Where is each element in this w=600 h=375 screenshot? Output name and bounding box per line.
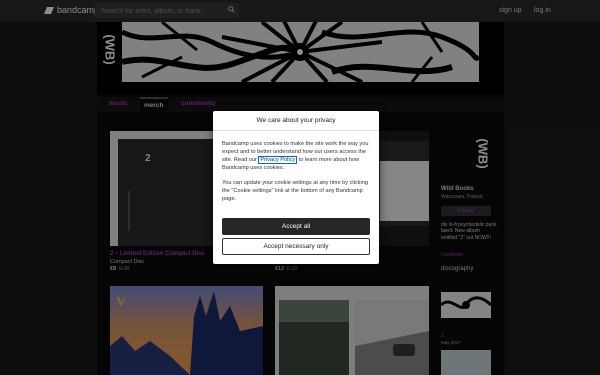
cookie-paragraph-2: You can update your cookie settings at a… (222, 180, 368, 202)
cookie-dialog-body: Bandcamp uses cookies to make the site w… (222, 140, 372, 203)
cookie-paragraph-1: Bandcamp uses cookies to make the site w… (222, 140, 372, 172)
accept-all-button[interactable]: Accept all (222, 218, 370, 235)
cookie-consent-dialog: We care about your privacy Bandcamp uses… (213, 111, 379, 264)
accept-necessary-button[interactable]: Accept necessary only (222, 238, 370, 255)
cookie-dialog-title: We care about your privacy (213, 111, 379, 131)
privacy-policy-link[interactable]: Privacy Policy (258, 156, 298, 164)
